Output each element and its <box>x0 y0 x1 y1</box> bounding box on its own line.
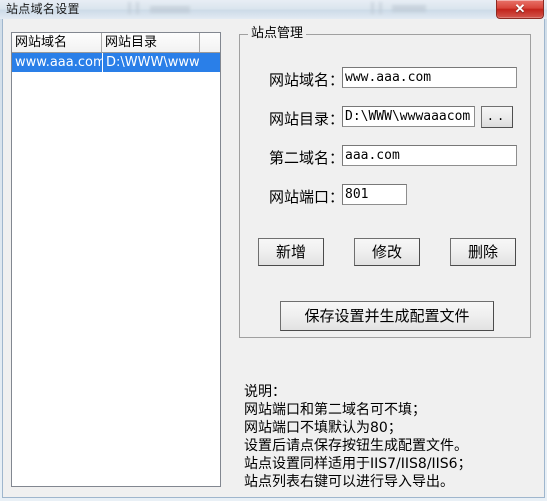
label-port: 网站端口： <box>268 188 344 206</box>
cell-domain: www.aaa.com <box>15 55 102 70</box>
app-window: 站点域名设置 ✕ 网站域名 网站目录 www.aaa.com D:\WWW\ww… <box>0 0 547 501</box>
title-bar: 站点域名设置 ✕ <box>0 0 547 19</box>
domain-input[interactable]: www.aaa.com <box>342 67 517 88</box>
titlebar-artifact <box>379 2 382 14</box>
site-manage-group: 站点管理 网站域名： www.aaa.com 网站目录： D:\WWW\wwwa… <box>239 26 532 338</box>
site-list-header: 网站域名 网站目录 <box>12 33 220 53</box>
table-row[interactable]: www.aaa.com D:\WWW\wwwa <box>12 53 220 72</box>
edit-button[interactable]: 修改 <box>354 238 420 266</box>
form-row-port: 网站端口： 801 <box>240 184 532 210</box>
browse-button[interactable]: .. <box>481 106 513 128</box>
directory-input[interactable]: D:\WWW\wwwaaacom <box>342 106 475 127</box>
column-header-directory[interactable]: 网站目录 <box>102 33 200 52</box>
window-title: 站点域名设置 <box>6 2 80 16</box>
titlebar-artifact <box>136 2 139 14</box>
label-domain: 网站域名： <box>268 71 344 89</box>
titlebar-artifact <box>150 6 190 13</box>
save-config-button[interactable]: 保存设置并生成配置文件 <box>280 301 494 331</box>
cell-directory: D:\WWW\wwwa <box>102 53 200 72</box>
form-row-directory: 网站目录： D:\WWW\wwwaaacom .. <box>240 106 532 132</box>
cell-blank <box>200 53 220 72</box>
titlebar-artifact <box>371 2 374 14</box>
explanation-text: 说明： 网站端口和第二域名可不填； 网站端口不填默认为80； 设置后请点保存按钮… <box>244 384 472 490</box>
site-list-body: www.aaa.com D:\WWW\wwwa <box>12 53 220 72</box>
site-list[interactable]: 网站域名 网站目录 www.aaa.com D:\WWW\wwwa <box>11 32 221 487</box>
group-legend: 站点管理 <box>248 26 307 42</box>
form-row-domain: 网站域名： www.aaa.com <box>240 67 532 93</box>
close-button[interactable]: ✕ <box>496 0 544 19</box>
label-second-domain: 第二域名： <box>268 149 344 167</box>
add-button[interactable]: 新增 <box>258 238 324 266</box>
delete-button[interactable]: 删除 <box>450 238 516 266</box>
form-row-second-domain: 第二域名： aaa.com <box>240 145 532 171</box>
port-input[interactable]: 801 <box>342 184 407 205</box>
close-icon: ✕ <box>514 1 526 16</box>
column-header-domain[interactable]: 网站域名 <box>12 33 102 52</box>
label-directory: 网站目录： <box>268 110 344 128</box>
second-domain-input[interactable]: aaa.com <box>342 145 517 166</box>
column-header-blank[interactable] <box>200 33 220 52</box>
client-area: 网站域名 网站目录 www.aaa.com D:\WWW\wwwa 站点管理 网… <box>2 19 545 498</box>
titlebar-artifact <box>392 5 426 12</box>
titlebar-artifact <box>128 2 131 14</box>
